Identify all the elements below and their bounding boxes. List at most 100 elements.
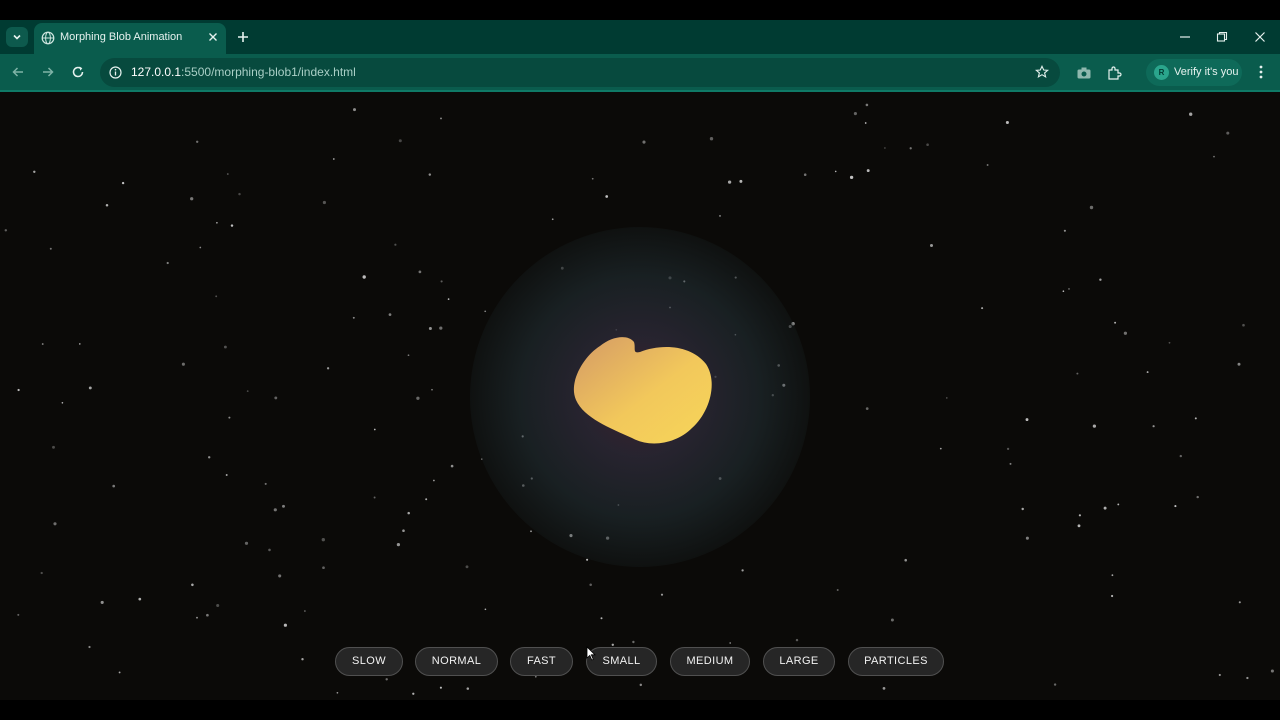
info-icon[interactable] <box>109 66 122 79</box>
star-particle <box>632 640 635 644</box>
star-particle <box>1063 229 1066 232</box>
tab-active[interactable]: Morphing Blob Animation <box>34 23 226 54</box>
star-particle <box>1114 321 1117 324</box>
reload-icon <box>72 66 84 78</box>
star-particle <box>1246 676 1249 680</box>
minimize-icon <box>1180 36 1190 38</box>
star-particle <box>216 221 218 224</box>
morphing-blob <box>573 337 712 444</box>
star-particle <box>407 354 410 357</box>
star-particle <box>929 243 934 248</box>
star-particle <box>53 522 57 526</box>
star-particle <box>849 175 854 180</box>
star-particle <box>466 687 470 690</box>
star-particle <box>166 261 169 265</box>
star-particle <box>1189 112 1193 116</box>
star-particle <box>216 603 220 608</box>
kebab-icon[interactable] <box>1254 64 1268 80</box>
star-particle <box>1111 594 1114 598</box>
close-tab-button[interactable] <box>206 30 220 44</box>
star-particle <box>196 140 199 143</box>
address-bar[interactable]: 127.0.0.1:5500/morphing-blob1/index.html <box>100 58 1060 87</box>
profile-verify-chip[interactable]: R Verify it's you <box>1146 59 1242 86</box>
star-particle <box>206 613 209 617</box>
star-particle <box>425 498 428 501</box>
star-particle <box>530 530 532 533</box>
star-particle <box>1089 205 1094 210</box>
star-particle <box>282 504 285 508</box>
url-host: 127.0.0.1 <box>131 65 182 79</box>
camera-icon[interactable] <box>1076 65 1092 81</box>
star-particle <box>834 170 837 173</box>
star-particle <box>795 638 799 642</box>
forward-button[interactable] <box>40 64 56 80</box>
star-particle <box>226 173 229 175</box>
star-particle <box>890 618 894 622</box>
star-particle <box>719 215 721 217</box>
star-particle <box>49 247 52 250</box>
close-icon <box>1255 32 1265 42</box>
restore-button[interactable] <box>1214 29 1230 45</box>
letterbox-bottom <box>0 700 1280 720</box>
star-particle <box>1146 371 1149 374</box>
star-particle <box>803 173 807 176</box>
star-particle <box>864 122 867 124</box>
star-particle <box>1123 331 1128 335</box>
star-particle <box>215 295 218 298</box>
large-button[interactable]: LARGE <box>763 647 835 676</box>
star-particle <box>1021 507 1024 511</box>
star-particle <box>1213 155 1215 158</box>
star-particle <box>484 310 487 313</box>
star-particle <box>1025 418 1029 422</box>
tab-search-button[interactable] <box>6 27 28 47</box>
puzzle-icon[interactable] <box>1106 65 1122 81</box>
star-particle <box>1238 601 1241 604</box>
browser-toolbar: 127.0.0.1:5500/morphing-blob1/index.html… <box>0 54 1280 91</box>
star-particle <box>412 692 415 695</box>
small-button[interactable]: SMALL <box>586 647 657 676</box>
star-particle <box>88 386 92 390</box>
star-particle <box>1117 503 1120 506</box>
star-particle <box>589 583 592 587</box>
star-particle <box>100 600 104 604</box>
star-particle <box>407 511 410 515</box>
star-particle <box>332 158 335 160</box>
star-particle <box>1179 454 1182 458</box>
star-icon[interactable] <box>1035 65 1049 79</box>
star-particle <box>727 180 732 184</box>
slow-button[interactable]: SLOW <box>335 647 403 676</box>
star-particle <box>611 643 614 646</box>
star-particle <box>112 484 116 488</box>
star-particle <box>1092 424 1097 428</box>
star-particle <box>904 558 907 562</box>
star-particle <box>264 482 267 485</box>
medium-button[interactable]: MEDIUM <box>670 647 750 676</box>
minimize-button[interactable] <box>1177 29 1193 45</box>
star-particle <box>362 275 366 279</box>
star-particle <box>866 169 870 173</box>
star-particle <box>1152 425 1155 428</box>
star-particle <box>741 569 744 572</box>
star-particle <box>1062 290 1065 293</box>
new-tab-button[interactable] <box>235 29 251 45</box>
star-particle <box>431 388 433 391</box>
star-particle <box>450 464 454 468</box>
star-particle <box>1005 120 1009 125</box>
star-particle <box>40 571 43 575</box>
reload-button[interactable] <box>70 64 86 80</box>
star-particle <box>709 137 714 141</box>
fast-button[interactable]: FAST <box>510 647 573 676</box>
normal-button[interactable]: NORMAL <box>415 647 498 676</box>
star-particle <box>1196 495 1199 499</box>
star-particle <box>1025 536 1029 540</box>
star-particle <box>1174 505 1177 508</box>
star-particle <box>1237 362 1241 366</box>
star-particle <box>440 117 442 120</box>
star-particle <box>884 147 886 149</box>
star-particle <box>322 200 326 205</box>
star-particle <box>639 683 643 687</box>
close-window-button[interactable] <box>1252 29 1268 45</box>
star-particle <box>273 508 277 512</box>
back-button[interactable] <box>10 64 26 80</box>
particles-button[interactable]: PARTICLES <box>848 647 944 676</box>
